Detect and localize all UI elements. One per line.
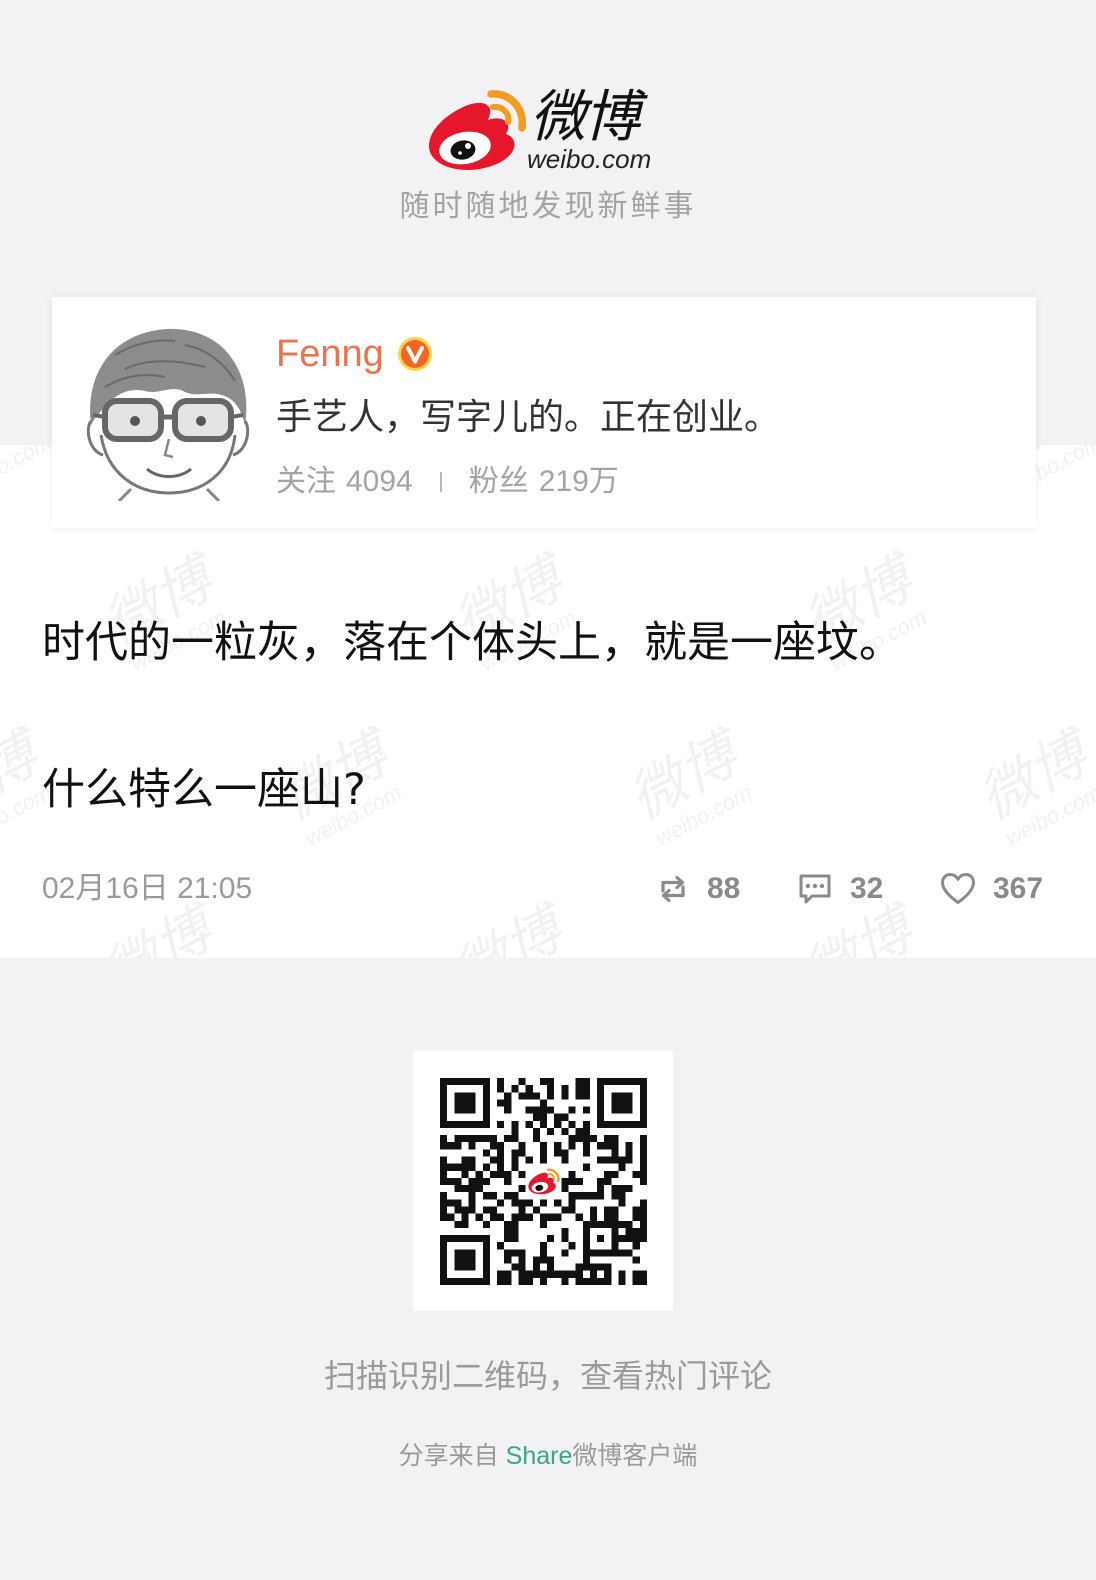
following-label: 关注 bbox=[276, 465, 336, 498]
avatar[interactable] bbox=[85, 325, 251, 501]
post-timestamp: 02月16日 21:05 bbox=[42, 872, 253, 905]
following-count: 4094 bbox=[346, 465, 413, 498]
logo-wordmark: 微博 bbox=[530, 85, 640, 150]
user-profile-card: Fenng 手艺人，写字儿的。正在创业。 关注 4094 粉丝 219万 bbox=[52, 297, 1036, 528]
post-paragraph: 什么特么一座山? bbox=[42, 765, 366, 815]
user-bio: 手艺人，写字儿的。正在创业。 bbox=[276, 397, 781, 438]
comment-button[interactable]: 32 bbox=[797, 868, 883, 910]
verified-badge-icon bbox=[397, 337, 432, 371]
heart-icon bbox=[941, 873, 975, 904]
tagline: 随时随地发现新鲜事 bbox=[399, 189, 697, 224]
qr-code-box bbox=[413, 1051, 673, 1311]
watermark: 微博weibo.com bbox=[432, 892, 598, 958]
repost-count: 88 bbox=[707, 872, 741, 905]
followers-count: 219万 bbox=[538, 465, 619, 498]
user-name[interactable]: Fenng bbox=[276, 331, 384, 377]
followers-label: 粉丝 bbox=[468, 465, 529, 498]
stats-divider bbox=[439, 472, 442, 492]
watermark-text: 微博 bbox=[443, 897, 573, 958]
qr-code bbox=[440, 1078, 647, 1285]
weibo-logo-icon bbox=[429, 90, 527, 170]
qr-caption: 扫描识别二维码，查看热门评论 bbox=[323, 1357, 772, 1395]
repost-icon bbox=[661, 875, 685, 903]
share-app-highlight[interactable]: Share bbox=[506, 1442, 573, 1470]
watermark: 微博weibo.com bbox=[957, 717, 1096, 862]
like-count: 367 bbox=[993, 872, 1044, 905]
logo-domain: weibo.com bbox=[527, 144, 652, 174]
repost-button[interactable]: 88 bbox=[656, 868, 740, 910]
weibo-share-card: 微博 weibo.com 随时随地发现新鲜事 微博weibo.com微博weib… bbox=[0, 0, 1096, 1580]
share-app-suffix: 微博客户端 bbox=[572, 1441, 698, 1470]
comment-count: 32 bbox=[850, 872, 884, 905]
comment-icon bbox=[799, 874, 831, 904]
post-paragraph: 时代的一粒灰，落在个体头上，就是一座坟。 bbox=[42, 618, 902, 668]
share-source: 分享来自 Share微博客户端 bbox=[0, 1440, 1096, 1472]
like-button[interactable]: 367 bbox=[940, 868, 1043, 910]
user-name-row: Fenng bbox=[276, 331, 433, 377]
watermark: 微博weibo.com bbox=[607, 717, 773, 862]
user-stats: 关注 4094 粉丝 219万 bbox=[276, 463, 619, 501]
share-prefix: 分享来自 bbox=[398, 1441, 499, 1470]
